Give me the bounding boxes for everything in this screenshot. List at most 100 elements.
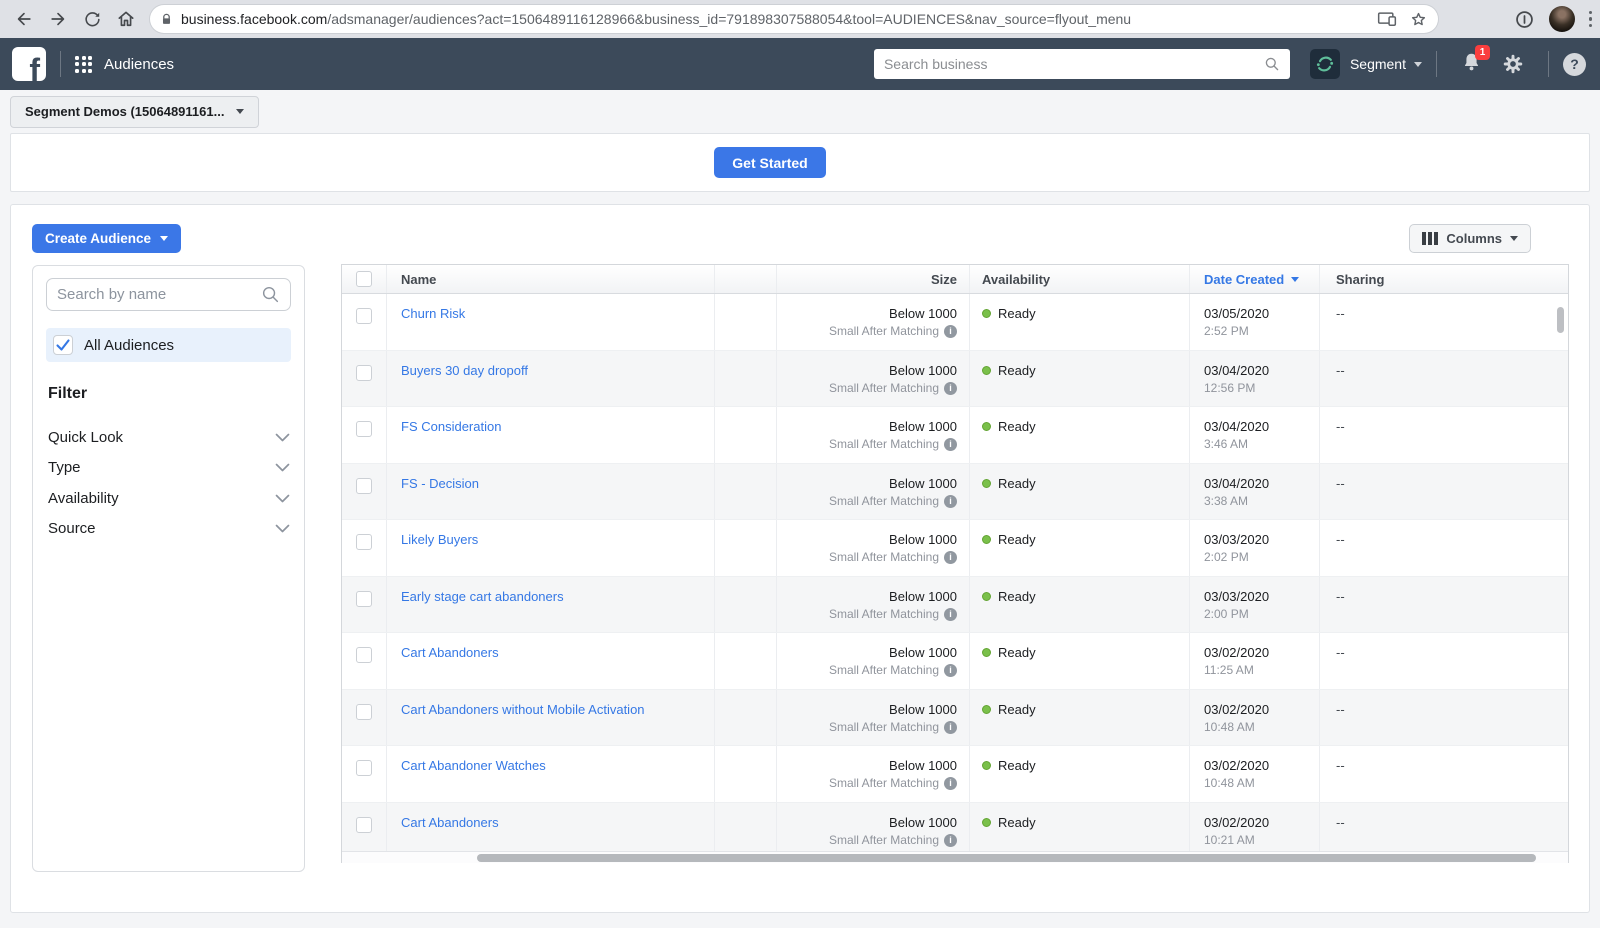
ad-account-selector[interactable]: Segment Demos (15064891161... — [10, 96, 259, 128]
url-bar[interactable]: business.facebook.com/adsmanager/audienc… — [150, 5, 1438, 33]
info-icon[interactable]: i — [944, 495, 957, 508]
browser-menu-icon[interactable] — [1589, 11, 1593, 28]
info-icon[interactable]: i — [944, 382, 957, 395]
name-search-input[interactable] — [57, 286, 261, 303]
row-checkbox[interactable] — [356, 365, 372, 381]
info-icon[interactable]: i — [944, 721, 957, 734]
audience-name-link[interactable]: Churn Risk — [401, 306, 465, 321]
help-icon: ? — [1570, 56, 1579, 72]
filter-item[interactable]: Source — [48, 514, 290, 545]
audience-name-link[interactable]: Buyers 30 day dropoff — [401, 363, 528, 378]
size-note: Small After Matching — [829, 549, 939, 566]
horizontal-scrollbar-thumb[interactable] — [477, 854, 1536, 862]
audience-name-link[interactable]: Cart Abandoners — [401, 645, 499, 660]
sharing-value: -- — [1336, 645, 1345, 660]
get-started-button[interactable]: Get Started — [714, 147, 825, 178]
forward-icon[interactable] — [44, 5, 72, 33]
row-checkbox[interactable] — [356, 704, 372, 720]
row-checkbox[interactable] — [356, 534, 372, 550]
audience-name-link[interactable]: Early stage cart abandoners — [401, 589, 564, 604]
availability-value: Ready — [998, 475, 1036, 492]
business-switcher-caret-icon[interactable] — [1414, 62, 1422, 67]
ad-account-label: Segment Demos (15064891161... — [25, 104, 224, 119]
availability-value: Ready — [998, 814, 1036, 831]
status-dot-icon — [982, 479, 991, 488]
row-checkbox[interactable] — [356, 760, 372, 776]
filter-item[interactable]: Availability — [48, 483, 290, 514]
back-icon[interactable] — [10, 5, 38, 33]
refresh-icon[interactable] — [78, 5, 106, 33]
availability-value: Ready — [998, 757, 1036, 774]
sharing-value: -- — [1336, 363, 1345, 378]
availability-value: Ready — [998, 531, 1036, 548]
facebook-logo[interactable]: f — [12, 47, 46, 81]
time-created-value: 11:25 AM — [1204, 662, 1319, 679]
browser-profile-avatar[interactable] — [1549, 6, 1575, 32]
horizontal-scrollbar[interactable] — [342, 851, 1568, 863]
all-audiences-filter[interactable]: All Audiences — [46, 328, 291, 362]
status-dot-icon — [982, 309, 991, 318]
header-date-created[interactable]: Date Created — [1190, 265, 1320, 293]
filter-item[interactable]: Quick Look — [48, 422, 290, 453]
time-created-value: 3:46 AM — [1204, 436, 1319, 453]
size-value: Below 1000 — [777, 644, 957, 661]
row-checkbox[interactable] — [356, 817, 372, 833]
audience-name-link[interactable]: Cart Abandoners without Mobile Activatio… — [401, 702, 645, 717]
info-icon[interactable]: i — [944, 664, 957, 677]
info-icon[interactable]: i — [944, 551, 957, 564]
filter-item[interactable]: Type — [48, 453, 290, 484]
search-icon — [261, 285, 280, 304]
audience-name-link[interactable]: Likely Buyers — [401, 532, 478, 547]
info-icon[interactable]: i — [944, 834, 957, 847]
row-spacer — [715, 746, 777, 802]
segment-logo[interactable] — [1310, 49, 1340, 79]
row-checkbox[interactable] — [356, 478, 372, 494]
columns-button[interactable]: Columns — [1409, 224, 1531, 253]
table-header: Name Size Availability Date Created Shar… — [342, 265, 1568, 294]
apps-grid-icon[interactable] — [75, 56, 92, 73]
row-checkbox[interactable] — [356, 421, 372, 437]
extension-icon[interactable] — [1514, 9, 1535, 30]
audience-name-link[interactable]: Cart Abandoners — [401, 815, 499, 830]
columns-caret-icon — [1510, 236, 1518, 241]
header-spacer — [715, 265, 777, 293]
vertical-scrollbar-thumb[interactable] — [1557, 307, 1564, 333]
audience-name-link[interactable]: Cart Abandoner Watches — [401, 758, 546, 773]
business-search-input[interactable] — [884, 56, 1264, 72]
sort-caret-icon — [1291, 277, 1299, 282]
home-icon[interactable] — [112, 5, 140, 33]
create-audience-label: Create Audience — [45, 231, 151, 246]
audience-name-link[interactable]: FS Consideration — [401, 419, 501, 434]
help-button[interactable]: ? — [1563, 53, 1586, 76]
header-name[interactable]: Name — [387, 265, 715, 293]
filter-list: Quick Look Type Availability Source — [33, 422, 304, 544]
business-name[interactable]: Segment — [1350, 56, 1406, 72]
info-icon[interactable]: i — [944, 608, 957, 621]
audiences-panel: Create Audience Columns All Audiences Fi… — [10, 204, 1590, 913]
table-row: Likely Buyers Below 1000 Small After Mat… — [342, 520, 1568, 577]
row-spacer — [715, 294, 777, 350]
info-icon[interactable]: i — [944, 325, 957, 338]
bookmark-star-icon[interactable] — [1409, 10, 1428, 29]
notifications-button[interactable]: 1 — [1461, 51, 1482, 78]
info-icon[interactable]: i — [944, 438, 957, 451]
row-checkbox[interactable] — [356, 647, 372, 663]
status-dot-icon — [982, 366, 991, 375]
send-to-device-icon[interactable] — [1377, 11, 1397, 27]
all-audiences-checkbox[interactable] — [53, 335, 73, 355]
header-size[interactable]: Size — [777, 265, 970, 293]
row-spacer — [715, 577, 777, 633]
sharing-value: -- — [1336, 306, 1345, 321]
header-sharing[interactable]: Sharing — [1320, 265, 1568, 293]
row-checkbox[interactable] — [356, 308, 372, 324]
row-checkbox[interactable] — [356, 591, 372, 607]
audience-name-link[interactable]: FS - Decision — [401, 476, 479, 491]
select-all-checkbox[interactable] — [356, 271, 372, 287]
chevron-down-icon — [275, 463, 290, 472]
create-audience-button[interactable]: Create Audience — [32, 224, 181, 253]
settings-button[interactable] — [1502, 53, 1524, 75]
info-icon[interactable]: i — [944, 777, 957, 790]
gear-icon — [1502, 53, 1524, 75]
header-availability[interactable]: Availability — [970, 265, 1190, 293]
chevron-down-icon — [275, 433, 290, 442]
